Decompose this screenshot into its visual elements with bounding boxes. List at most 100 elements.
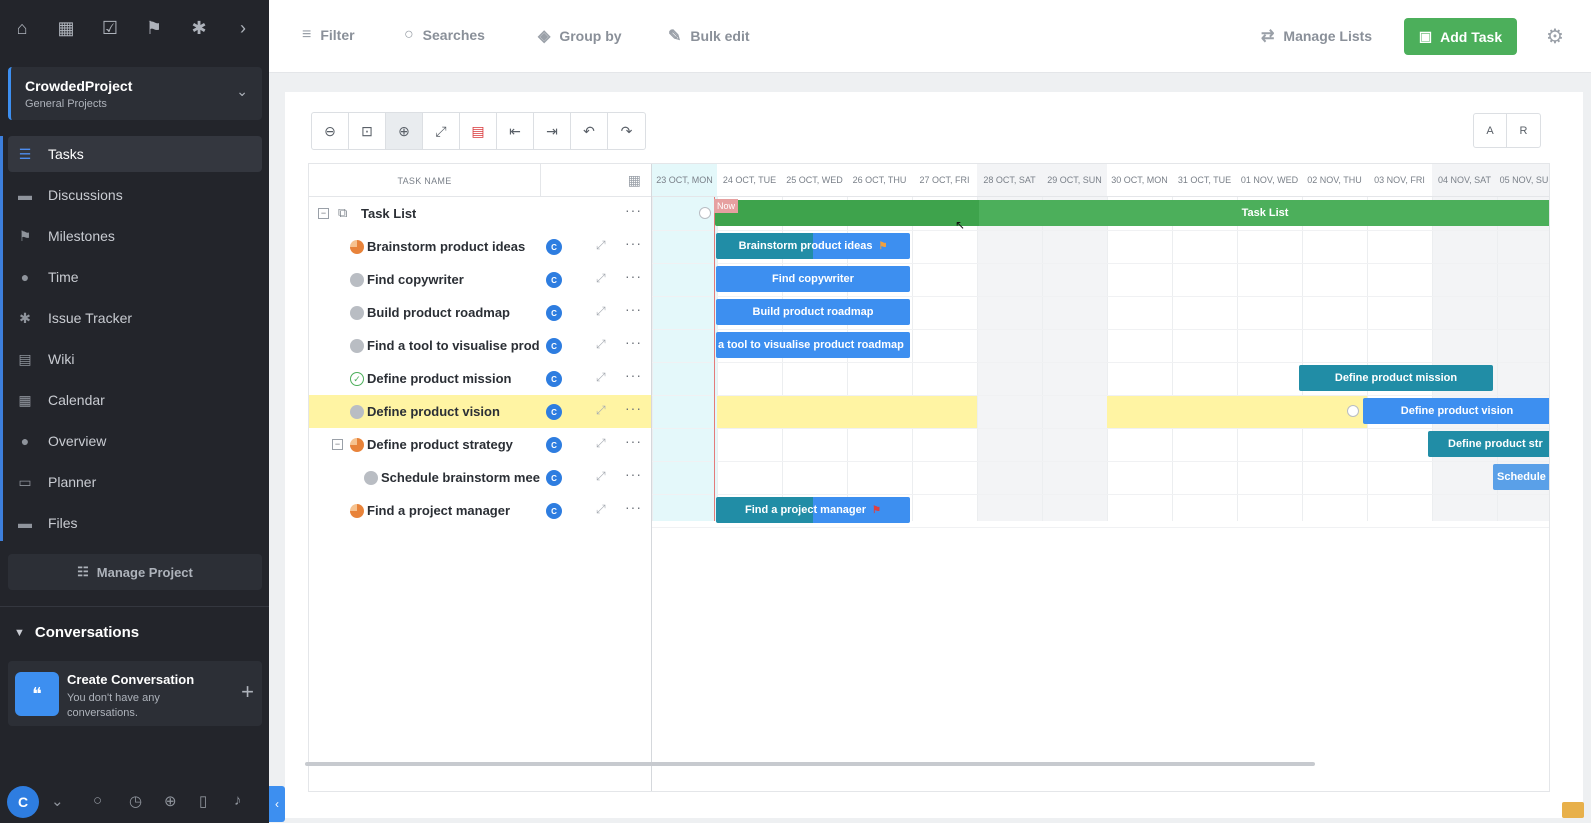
table-row[interactable]: − Define product strategy C ⤢ ··· [309, 428, 651, 461]
columns-icon[interactable]: ▦ [628, 172, 641, 189]
searches-button[interactable]: ○ Searches [404, 26, 485, 44]
expand-icon[interactable]: ⤢ [596, 469, 606, 484]
mode-r-button[interactable]: R [1507, 114, 1540, 147]
more-icon[interactable]: ··· [625, 466, 642, 482]
task-list-bar[interactable]: Task List [979, 200, 1549, 226]
expand-icon[interactable]: ⤢ [596, 370, 606, 385]
more-icon[interactable]: ··· [625, 334, 642, 350]
task-bar[interactable]: Schedule [1493, 464, 1549, 490]
more-icon[interactable]: ··· [625, 301, 642, 317]
manage-project-button[interactable]: ☷ Manage Project [8, 554, 262, 590]
table-row[interactable]: ✓ Define product mission C ⤢ ··· [309, 362, 651, 395]
add-circle-icon[interactable]: ⊕ [164, 792, 177, 810]
assignee-avatar[interactable]: C [546, 503, 562, 519]
mode-a-button[interactable]: A [1474, 114, 1507, 147]
expand-icon[interactable]: ⤢ [596, 436, 606, 451]
undo-icon[interactable]: ↶ [571, 113, 608, 149]
sidebar-item-wiki[interactable]: ▤ Wiki [8, 341, 262, 377]
plus-icon[interactable]: + [241, 679, 254, 705]
gear-icon[interactable]: ⚙ [1546, 24, 1564, 49]
search-icon[interactable]: ○ [93, 792, 102, 809]
status-in-progress-icon[interactable] [350, 240, 364, 254]
collapse-sidebar-button[interactable]: ‹ [269, 786, 285, 822]
more-icon[interactable]: ··· [625, 202, 642, 218]
grid-icon[interactable]: ▦ [54, 16, 78, 40]
assignee-avatar[interactable]: C [546, 371, 562, 387]
expand-icon[interactable]: ⤢ [596, 403, 606, 418]
fullscreen-icon[interactable]: ⤢ [423, 113, 460, 149]
bug-icon[interactable]: ✱ [187, 16, 211, 40]
link-handle[interactable] [699, 207, 711, 219]
expand-icon[interactable]: ⤢ [596, 502, 606, 517]
critical-path-icon[interactable]: ▤ [460, 113, 497, 149]
redo-icon[interactable]: ↷ [608, 113, 645, 149]
horizontal-scrollbar[interactable] [305, 762, 1315, 766]
table-row[interactable]: Brainstorm product ideas C ⤢ ··· [309, 230, 651, 263]
status-not-started-icon[interactable] [350, 306, 364, 320]
status-not-started-icon[interactable] [350, 273, 364, 287]
filter-button[interactable]: ≡ Filter [302, 26, 355, 44]
task-bar[interactable]: Find copywriter [716, 266, 910, 292]
assignee-avatar[interactable]: C [546, 305, 562, 321]
bookmark-icon[interactable]: ▯ [199, 792, 207, 810]
status-not-started-icon[interactable] [350, 339, 364, 353]
status-in-progress-icon[interactable] [350, 504, 364, 518]
zoom-out-icon[interactable]: ⊖ [312, 113, 349, 149]
chevron-down-icon[interactable]: ⌄ [51, 792, 64, 810]
task-name-column-header[interactable]: TASK NAME [309, 164, 541, 197]
status-not-started-icon[interactable] [350, 405, 364, 419]
collapse-toggle-icon[interactable]: − [318, 208, 329, 219]
more-icon[interactable]: ··· [625, 367, 642, 383]
conversations-header[interactable]: ▼ Conversations [14, 624, 139, 641]
more-icon[interactable]: ··· [625, 235, 642, 251]
task-bar[interactable]: Find a project manager ⚑ [716, 497, 910, 523]
assignee-avatar[interactable]: C [546, 272, 562, 288]
manage-lists-button[interactable]: ⇄ Manage Lists [1261, 26, 1372, 46]
assignee-avatar[interactable]: C [546, 404, 562, 420]
assignee-avatar[interactable]: C [546, 437, 562, 453]
sidebar-item-tasks[interactable]: ☰ Tasks [8, 136, 262, 172]
expand-icon[interactable]: ⤢ [596, 271, 606, 286]
task-bar[interactable]: Define product str [1428, 431, 1549, 457]
more-icon[interactable]: ··· [625, 268, 642, 284]
more-icon[interactable]: ··· [625, 433, 642, 449]
link-handle[interactable] [1347, 405, 1359, 417]
sidebar-item-calendar[interactable]: ▦ Calendar [8, 382, 262, 418]
flag-icon[interactable]: ⚑ [142, 16, 166, 40]
zoom-in-icon[interactable]: ⊕ [386, 113, 423, 149]
task-list-row[interactable]: − ⧉ Task List ··· [309, 197, 651, 230]
indent-icon[interactable]: ⇥ [534, 113, 571, 149]
task-bar[interactable]: a tool to visualise product roadmap [716, 332, 910, 358]
sidebar-item-issue-tracker[interactable]: ✱ Issue Tracker [8, 300, 262, 336]
status-not-started-icon[interactable] [364, 471, 378, 485]
chevron-right-icon[interactable]: › [231, 16, 255, 40]
fit-icon[interactable]: ⊡ [349, 113, 386, 149]
status-done-icon[interactable]: ✓ [350, 372, 364, 386]
sidebar-item-discussions[interactable]: ▬ Discussions [8, 177, 262, 213]
sidebar-item-planner[interactable]: ▭ Planner [8, 464, 262, 500]
sidebar-item-overview[interactable]: ● Overview [8, 423, 262, 459]
assignee-avatar[interactable]: C [546, 470, 562, 486]
expand-icon[interactable]: ⤢ [596, 304, 606, 319]
table-row[interactable]: Find a tool to visualise prod C ⤢ ··· [309, 329, 651, 362]
sidebar-item-milestones[interactable]: ⚑ Milestones [8, 218, 262, 254]
table-row[interactable]: Find a project manager C ⤢ ··· [309, 494, 651, 527]
table-row[interactable]: Schedule brainstorm mee C ⤢ ··· [309, 461, 651, 494]
tasks-icon[interactable]: ☑ [98, 16, 122, 40]
task-list-bar-segment[interactable] [715, 200, 979, 226]
table-row[interactable]: Find copywriter C ⤢ ··· [309, 263, 651, 296]
assignee-avatar[interactable]: C [546, 239, 562, 255]
avatar[interactable]: C [7, 786, 39, 818]
timer-icon[interactable]: ◷ [129, 792, 142, 810]
expand-icon[interactable]: ⤢ [596, 337, 606, 352]
home-icon[interactable]: ⌂ [10, 16, 34, 40]
task-bar[interactable]: Build product roadmap [716, 299, 910, 325]
task-bar[interactable]: Brainstorm product ideas ⚑ [716, 233, 910, 259]
collapse-toggle-icon[interactable]: − [332, 439, 343, 450]
table-row[interactable]: Define product vision C ⤢ ··· [309, 395, 651, 428]
expand-icon[interactable]: ⤢ [596, 238, 606, 253]
more-icon[interactable]: ··· [625, 499, 642, 515]
bulk-edit-button[interactable]: ✎ Bulk edit [668, 26, 750, 46]
bell-icon[interactable]: ♪ [234, 792, 242, 809]
outdent-icon[interactable]: ⇤ [497, 113, 534, 149]
